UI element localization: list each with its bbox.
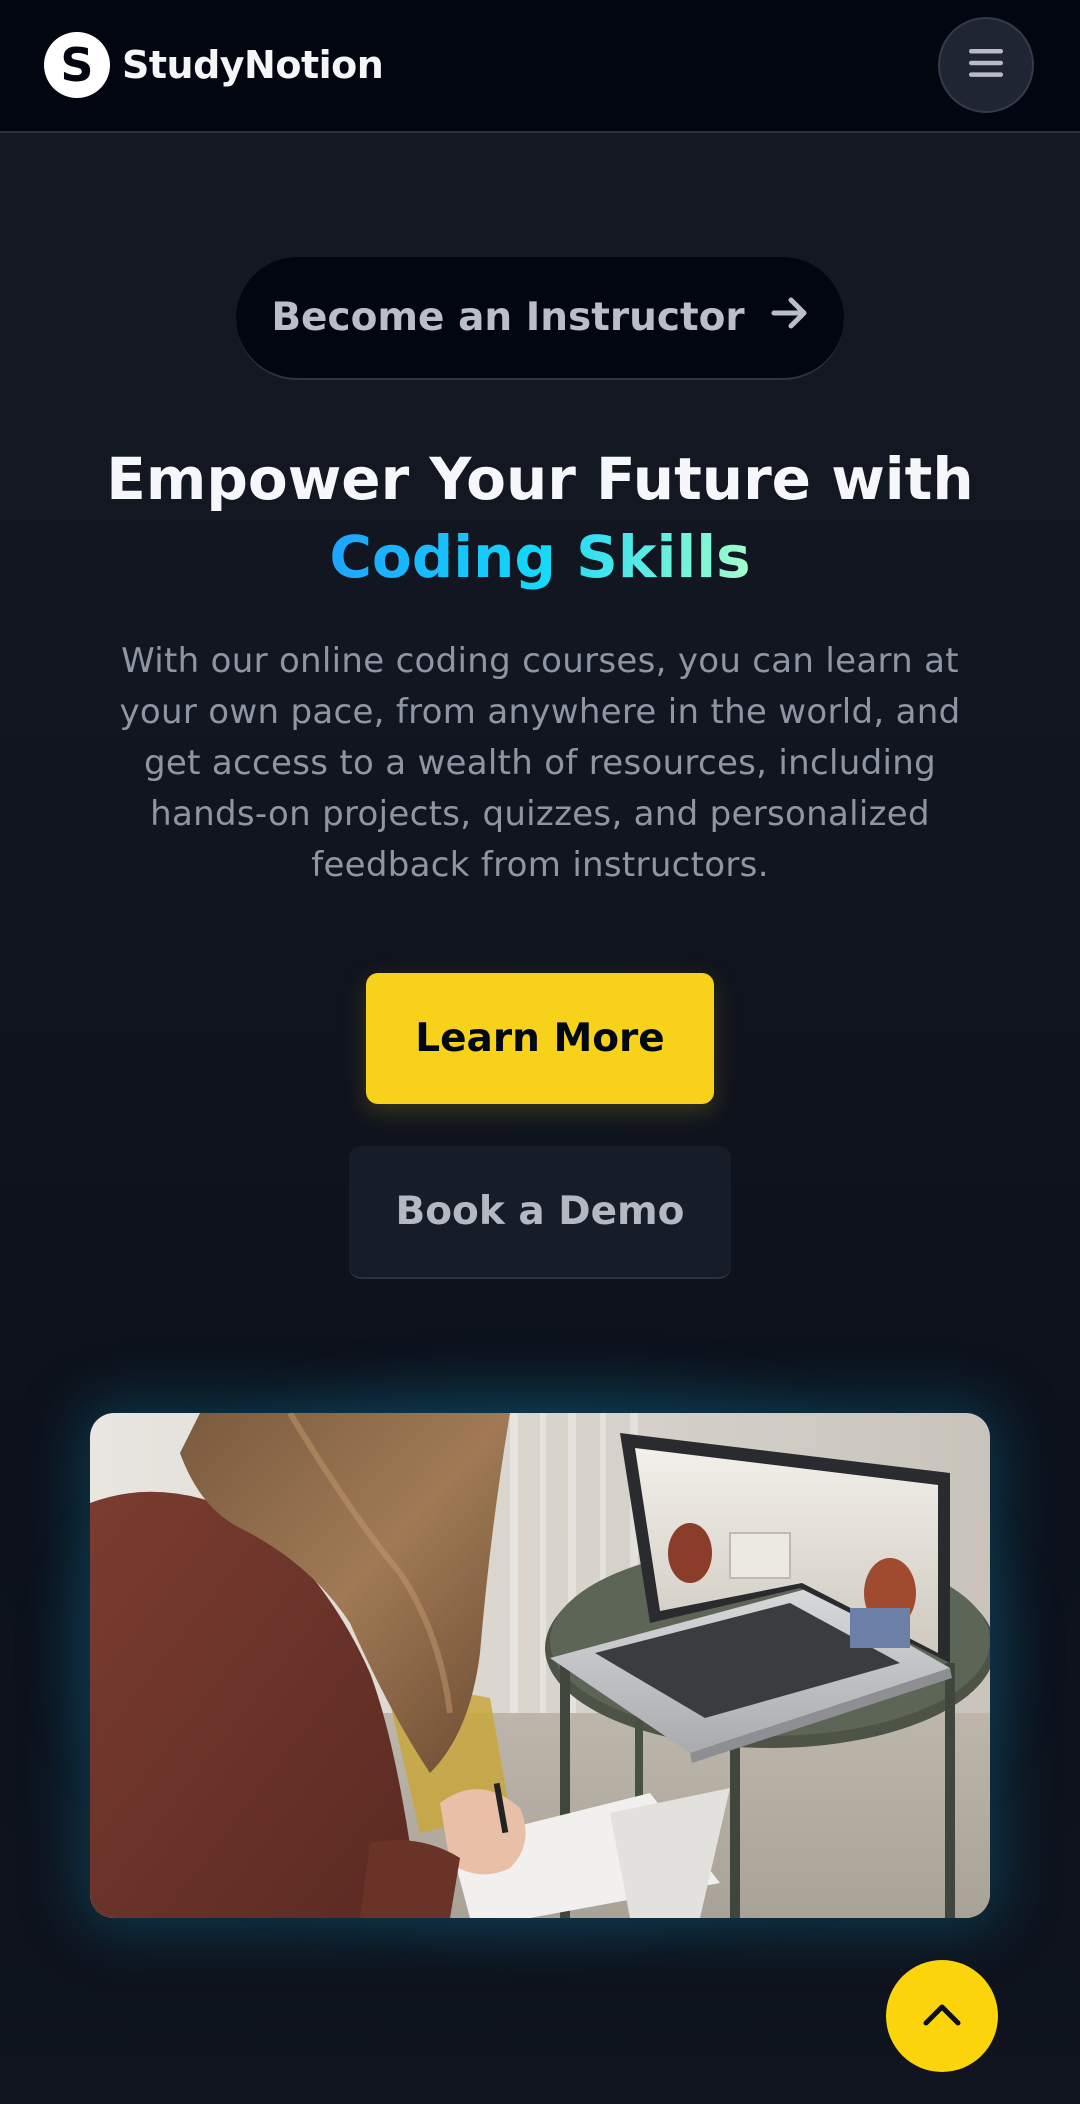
become-instructor-button[interactable]: Become an Instructor (236, 257, 844, 380)
chevron-up-icon (922, 2001, 962, 2031)
brand-name: StudyNotion (122, 43, 384, 87)
hero-headline: Empower Your Future with Coding Skills (0, 440, 1080, 596)
brand-logo[interactable]: S StudyNotion (44, 32, 384, 98)
learn-more-button[interactable]: Learn More (366, 973, 714, 1104)
headline-accent: Coding Skills (329, 523, 751, 591)
headline-prefix: Empower Your Future with (106, 445, 974, 513)
student-with-laptop-photo (90, 1413, 990, 1918)
hamburger-menu-icon (966, 46, 1006, 84)
menu-button[interactable] (938, 17, 1034, 113)
book-demo-button[interactable]: Book a Demo (349, 1146, 731, 1279)
scroll-to-top-button[interactable] (886, 1960, 998, 2072)
top-navbar: S StudyNotion (0, 0, 1080, 133)
s-logo-icon: S (44, 32, 110, 98)
hero-description: With our online coding courses, you can … (119, 641, 961, 885)
svg-text:S: S (60, 40, 93, 90)
become-instructor-label: Become an Instructor (271, 295, 745, 340)
arrow-right-icon (771, 295, 809, 340)
